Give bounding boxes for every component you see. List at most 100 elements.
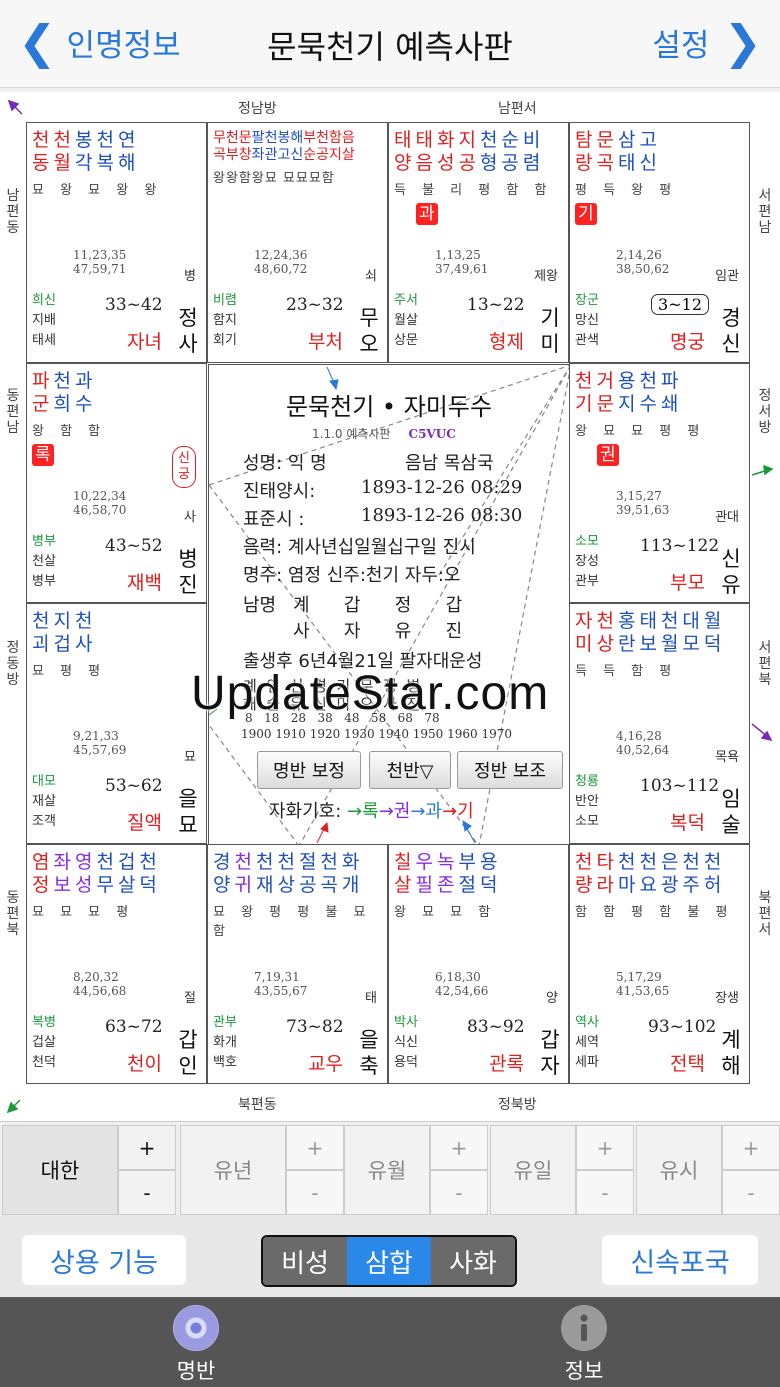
stem-branch-char: 미 [540, 332, 560, 356]
star-char: 천 [74, 610, 93, 632]
minor-star: 역사 [575, 1014, 599, 1030]
minor-star: 천살 [32, 553, 56, 569]
daehan-range: 63~72 [105, 1016, 163, 1037]
star-row: 곡부창좌관고신순공지살 [213, 147, 355, 164]
yuwol-plus[interactable]: + [430, 1125, 488, 1170]
stem-branch-char: 신 [721, 546, 741, 571]
stem-branch: 무오 [357, 305, 381, 357]
settings-button[interactable]: 설정 ❯ [652, 18, 762, 66]
segment-sahwa[interactable]: 사화 [431, 1237, 515, 1285]
app-root: ❮ 인명정보 문묵천기 예측사판 설정 ❯ 정남방 남편서 북편동 정북방 남편… [0, 0, 780, 1387]
daehan-range: 43~52 [105, 535, 163, 556]
star-char: 정 [32, 873, 50, 896]
common-functions-button[interactable]: 상용 기능 [22, 1235, 186, 1285]
yuil-minus[interactable]: - [576, 1170, 634, 1215]
heaven-chart-button[interactable]: 천반▽ [369, 750, 451, 789]
daehan-minus[interactable]: - [118, 1170, 176, 1215]
solar-time-value: 1893-12-26 08:29 [361, 476, 523, 498]
daehan-button[interactable]: 대한 [2, 1125, 118, 1215]
yunyeon-minus[interactable]: - [286, 1170, 344, 1215]
daehan-range: 103~112 [640, 776, 720, 796]
chart-adjust-button[interactable]: 명반 보정 [257, 750, 361, 789]
stem-branch: 기미 [538, 305, 562, 357]
star-char: 곡 [596, 152, 614, 174]
star-char: 천 [320, 850, 338, 873]
lifecycle-label: 임관 [715, 269, 739, 284]
yusi-plus[interactable]: + [722, 1125, 780, 1170]
lunar-line: 음력: 계사년십일월십구일 진시 [243, 536, 476, 558]
yunyeon-button[interactable]: 유년 [180, 1125, 286, 1215]
palace-cell[interactable]: 칠우녹부용살필존절덕왕 묘 묘 함 6,18,30 42,54,66 양 박사 식신 용덕 8… [388, 843, 569, 1084]
palace-cell[interactable]: 태태화지천순비양음성공형공렴득 불 리 평 함 함 과 1,13,25 37,49,6… [388, 122, 569, 363]
star-char: 허 [703, 873, 722, 896]
minor-star: 상문 [394, 333, 418, 348]
stem-branch: 을묘 [176, 786, 200, 838]
age-list: 11,23,35 47,59,71 [73, 248, 126, 276]
star-char: 마 [617, 873, 636, 896]
palace-cell[interactable]: 천거용천파기문지수쇄왕 묘 묘 평 평 권 3,15,27 39,51,63 관대 소모 장… [569, 362, 750, 603]
yuil-button[interactable]: 유일 [490, 1125, 576, 1215]
minor-star: 소모 [575, 533, 599, 549]
age-line: 8,20,32 [73, 969, 119, 984]
star-char: 문 [596, 129, 614, 151]
tab-info[interactable]: 정보 [524, 1305, 644, 1385]
yusi-button[interactable]: 유시 [636, 1125, 722, 1215]
minor-stars: 주서 월살 상문 [394, 291, 418, 351]
palace-cell[interactable]: 염좌영천겁천정보성무살덕묘 묘 묘 평 8,20,32 44,56,68 절 복병 겁살 천… [26, 843, 207, 1084]
star-char: 군 [32, 392, 50, 415]
palace-cell[interactable]: 천지천괴겁사묘 평 평 9,21,33 45,57,69 묘 대모 재살 조객 53~62 질액… [26, 603, 207, 844]
palace-cell[interactable]: 경천천천절천화양귀재상공곡개묘 왕 평 평 불 묘 함 7,19,31 43,55,… [207, 843, 388, 1084]
star-char: 개 [341, 873, 360, 896]
center-title: 문묵천기 • 자미두수 [285, 392, 493, 421]
segment-biseong[interactable]: 비성 [263, 1237, 347, 1285]
star-row: 군희수 [32, 393, 96, 416]
age-line: 7,19,31 [254, 969, 300, 984]
yunyeon-plus[interactable]: + [286, 1125, 344, 1170]
age-line: 6,18,30 [435, 969, 481, 984]
stepper-bar: 대한 + - 유년 + - 유월 + - 유일 + - 유시 + - [0, 1123, 780, 1215]
age-line: 41,53,65 [616, 983, 670, 998]
star-char: 천 [53, 369, 71, 392]
minor-star: 관색 [575, 333, 599, 348]
star-row: 미상란보월모덕 [575, 633, 725, 656]
palace-cell[interactable]: 천타천천은천천량라마요광주허함 함 평 함 불 평 5,17,29 41,53,65… [569, 843, 750, 1084]
daehan-range: 13~22 [467, 295, 525, 315]
star-char: 사 [74, 633, 93, 655]
star-char: 월 [703, 610, 722, 632]
star-char: 파 [660, 369, 679, 392]
palace-cell[interactable]: 무천문팔천봉해부천함음 곡부창좌관고신순공지살 왕왕함왕묘 묘묘묘함 12,24,36… [207, 122, 388, 363]
palace-cell[interactable]: 파천과군희수왕 함 함 록 신 궁 10,22,34 46,58,70 사 병부 천살 병부 43~… [26, 362, 207, 603]
star-row: 괴겁사 [32, 633, 96, 656]
palace-cell[interactable]: 천천봉천연동월각복해묘 왕 묘 왕 왕 11,23,35 47,59,71 병 희신 지배… [26, 122, 207, 363]
direction-left-3: 정동방 [6, 640, 20, 688]
daehan-plus[interactable]: + [118, 1125, 176, 1170]
tool-bar: 상용 기능 비성 삼합 사화 신속포국 [0, 1215, 780, 1297]
stem-branch-char: 정 [178, 306, 198, 330]
age-line: 44,56,68 [73, 983, 127, 998]
star-char: 자 [575, 610, 593, 632]
age-list: 3,15,27 39,51,63 [616, 489, 669, 517]
quick-chart-button[interactable]: 신속포국 [602, 1235, 758, 1285]
lifecycle-label: 묘 [184, 750, 196, 765]
segment-samhap[interactable]: 삼합 [347, 1237, 431, 1285]
chart-assist-button[interactable]: 정반 보조 [457, 750, 563, 789]
star-char: 천 [639, 850, 657, 873]
yuil-plus[interactable]: + [576, 1125, 634, 1170]
star-char: 공 [458, 152, 476, 174]
center-panel: 문묵천기 • 자미두수 1.1.0 예측사판 C5VUC 성명: 익 명 음남 목… [208, 363, 570, 845]
star-char: 음 [415, 152, 433, 174]
minor-star: 월살 [394, 313, 418, 328]
star-char: 괴 [32, 633, 50, 655]
star-char: 보 [639, 633, 657, 655]
palace-cell[interactable]: 자천홍태천대월미상란보월모덕득 득 함 평 4,16,28 40,52,64 목욕 청룡… [569, 603, 750, 844]
yusi-minus[interactable]: - [722, 1170, 780, 1215]
palace-cell[interactable]: 탐문삼고랑곡태신평 득 왕 평 기 2,14,26 38,50,62 임관 장군 망신 관색 3… [569, 122, 750, 363]
stem-branch-char: 갑 [540, 1027, 560, 1052]
yuwol-button[interactable]: 유월 [344, 1125, 430, 1215]
palace-name: 부모 [670, 571, 705, 594]
star-char: 화 [436, 129, 455, 151]
minor-star: 지배 [32, 313, 56, 328]
tab-myeongban[interactable]: 명반 [136, 1305, 256, 1385]
yuwol-minus[interactable]: - [430, 1170, 488, 1215]
star-char: 성 [436, 152, 455, 174]
